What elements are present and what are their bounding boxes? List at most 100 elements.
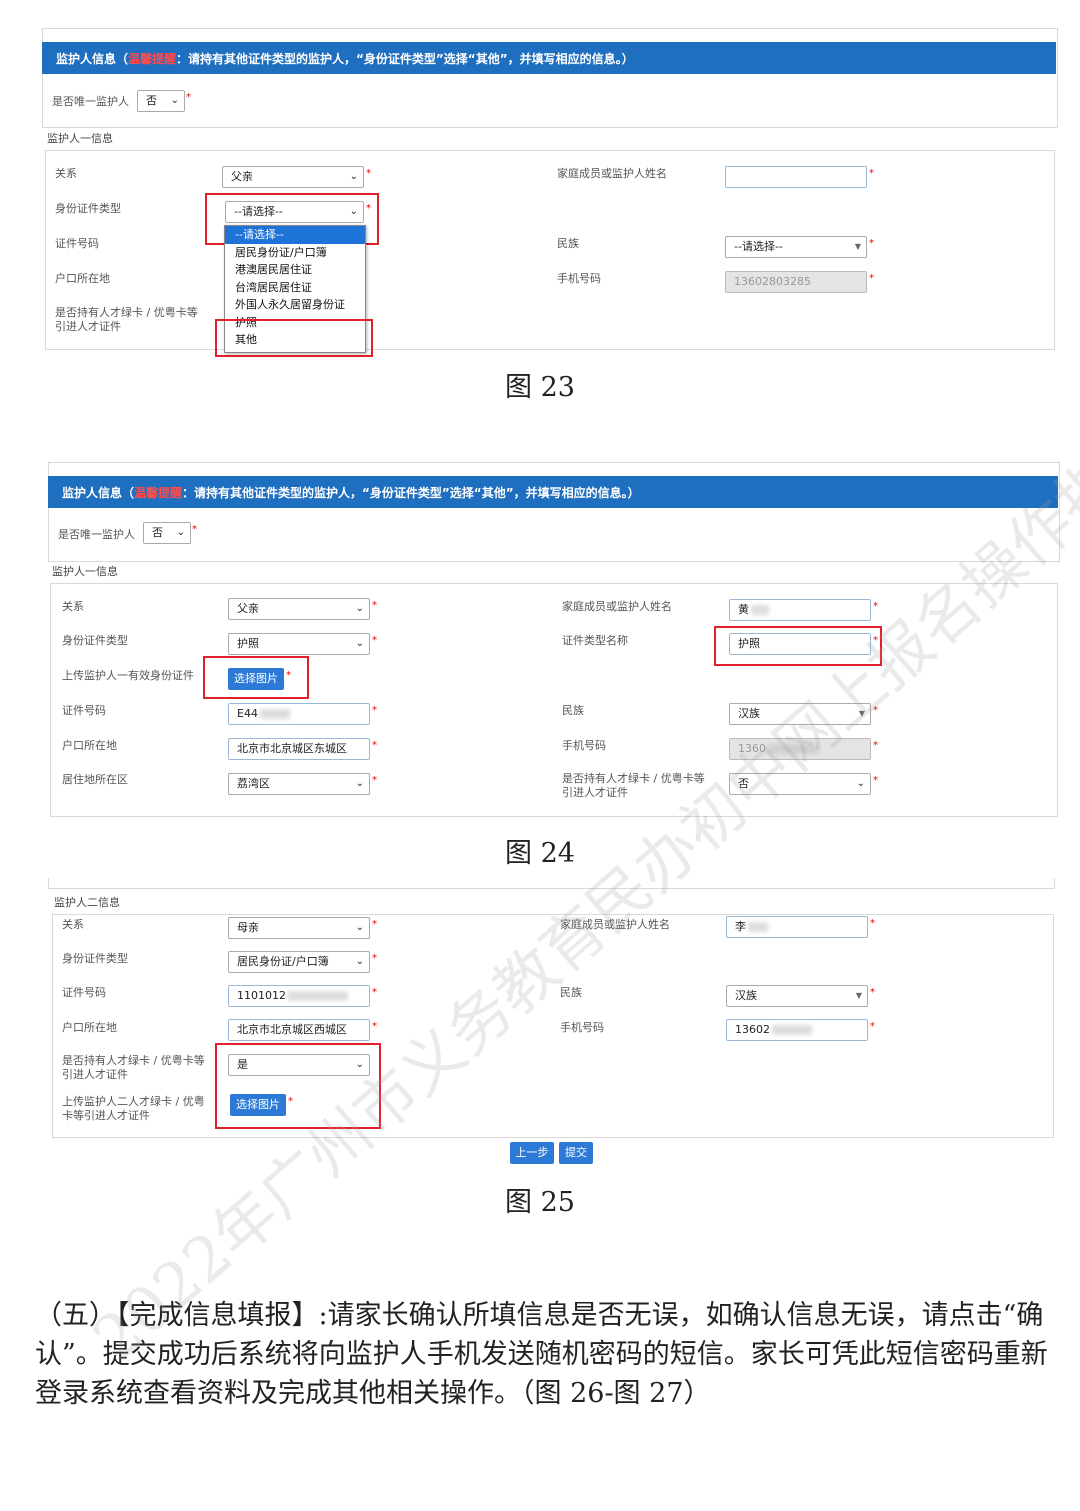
- required-mark: *: [372, 775, 377, 786]
- ethnic-select[interactable]: --请选择-- ▼: [725, 236, 867, 258]
- previous-step-button[interactable]: 上一步: [510, 1142, 554, 1164]
- residence-select[interactable]: 荔湾区 ⌄: [228, 773, 370, 795]
- idtype-name-label: 证件类型名称: [562, 634, 628, 647]
- redaction: [751, 605, 769, 615]
- highlight-box: [215, 319, 373, 357]
- hukou-label: 户口所在地: [62, 739, 117, 752]
- relation-select[interactable]: 父亲 ⌄: [222, 166, 364, 188]
- sole-guardian-label: 是否唯一监护人: [52, 95, 129, 108]
- redaction: [288, 991, 348, 1001]
- section-title: 监护人一信息: [50, 563, 120, 579]
- hukou-label: 户口所在地: [55, 272, 110, 285]
- chevron-down-icon: ⌄: [355, 922, 364, 933]
- chevron-down-icon: ⌄: [856, 778, 865, 789]
- sole-guardian-select[interactable]: 否 ⌄: [143, 522, 191, 544]
- section-title: 监护人二信息: [52, 894, 122, 910]
- highlight-box: [714, 626, 882, 666]
- chevron-down-icon: ⌄: [355, 603, 364, 614]
- relation-select[interactable]: 母亲 ⌄: [228, 917, 370, 939]
- fig24-banner: 监护人信息（ 温馨提醒 ：请持有其他证件类型的监护人，“身份证件类型”选择“其他”，…: [48, 476, 1058, 508]
- option-foreign-permanent[interactable]: 外国人永久居留身份证: [225, 296, 365, 314]
- family-name-input[interactable]: 李: [726, 916, 868, 938]
- section-title: 监护人一信息: [45, 130, 115, 146]
- required-mark: *: [372, 919, 377, 930]
- talent-label: 是否持有人才绿卡 / 优粤卡等 引进人才证件: [55, 306, 198, 333]
- residence-label: 居住地所在区: [62, 773, 128, 786]
- ethnic-select[interactable]: 汉族 ▼: [726, 985, 868, 1007]
- option-placeholder[interactable]: --请选择--: [225, 226, 365, 244]
- highlight-box: [215, 1043, 381, 1129]
- ethnic-label: 民族: [562, 704, 584, 717]
- required-mark: *: [192, 524, 197, 535]
- required-mark: *: [372, 987, 377, 998]
- idtype-select[interactable]: 居民身份证/户口簿 ⌄: [228, 951, 370, 973]
- required-mark: *: [873, 705, 878, 716]
- relation-select[interactable]: 父亲 ⌄: [228, 598, 370, 620]
- chevron-down-icon: ⌄: [349, 171, 358, 182]
- phone-input: 13602803285: [725, 271, 867, 293]
- instruction-paragraph: （五）【完成信息填报】:请家长确认所填信息是否无误，如确认信息无误，请点击“确认…: [35, 1300, 1048, 1409]
- sole-guardian-label: 是否唯一监护人: [58, 528, 135, 541]
- idno-label: 证件号码: [62, 986, 106, 999]
- triangle-down-icon: ▼: [858, 709, 865, 718]
- hukou-input[interactable]: 北京市北京城区西城区: [228, 1019, 370, 1041]
- family-name-label: 家庭成员或监护人姓名: [560, 918, 670, 931]
- idtype-select[interactable]: 护照 ⌄: [228, 633, 370, 655]
- idno-label: 证件号码: [62, 704, 106, 717]
- fig24-guardian1-panel: [50, 583, 1058, 817]
- ethnic-label: 民族: [557, 237, 579, 250]
- phone-label: 手机号码: [557, 272, 601, 285]
- idno-input[interactable]: E44: [228, 703, 370, 725]
- redaction: [259, 709, 290, 719]
- figure-caption: 图 23: [505, 372, 575, 403]
- triangle-down-icon: ▼: [854, 242, 861, 251]
- idtype-label: 身份证件类型: [62, 634, 128, 647]
- ethnic-label: 民族: [560, 986, 582, 999]
- idtype-label: 身份证件类型: [62, 952, 128, 965]
- redaction: [772, 1025, 812, 1035]
- sole-guardian-select[interactable]: 否 ⌄: [137, 90, 185, 112]
- required-mark: *: [870, 987, 875, 998]
- chevron-down-icon: ⌄: [170, 95, 179, 106]
- phone-input[interactable]: 13602: [726, 1019, 868, 1041]
- family-name-input[interactable]: [725, 166, 867, 188]
- option-resident-id[interactable]: 居民身份证/户口簿: [225, 244, 365, 262]
- required-mark: *: [372, 635, 377, 646]
- family-name-label: 家庭成员或监护人姓名: [562, 600, 672, 613]
- required-mark: *: [869, 238, 874, 249]
- phone-label: 手机号码: [560, 1021, 604, 1034]
- hukou-label: 户口所在地: [62, 1021, 117, 1034]
- required-mark: *: [372, 740, 377, 751]
- hukou-input[interactable]: 北京市北京城区东城区: [228, 738, 370, 760]
- phone-label: 手机号码: [562, 739, 606, 752]
- required-mark: *: [372, 1021, 377, 1032]
- required-mark: *: [372, 705, 377, 716]
- highlight-box: [203, 656, 309, 699]
- required-mark: *: [186, 92, 191, 103]
- required-mark: *: [366, 168, 371, 179]
- submit-button[interactable]: 提交: [559, 1142, 593, 1164]
- relation-label: 关系: [62, 918, 84, 931]
- upload-label: 上传监护人二人才绿卡 / 优粤 卡等引进人才证件: [62, 1095, 205, 1122]
- figure-caption: 图 25: [505, 1187, 575, 1218]
- family-name-input[interactable]: 黄: [729, 599, 871, 621]
- required-mark: *: [873, 740, 878, 751]
- chevron-down-icon: ⌄: [176, 527, 185, 538]
- idno-input[interactable]: 1101012: [228, 985, 370, 1007]
- talent-select[interactable]: 否 ⌄: [729, 773, 871, 795]
- warn-text: 温馨提醒: [134, 485, 183, 500]
- ethnic-select[interactable]: 汉族 ▼: [729, 703, 871, 725]
- option-taiwan-permit[interactable]: 台湾居民居住证: [225, 279, 365, 297]
- required-mark: *: [372, 600, 377, 611]
- figure-caption: 图 24: [505, 838, 575, 869]
- option-hk-macau-permit[interactable]: 港澳居民居住证: [225, 261, 365, 279]
- required-mark: *: [870, 918, 875, 929]
- phone-input: 1360: [729, 738, 871, 760]
- fig23-banner: 监护人信息（ 温馨提醒 ：请持有其他证件类型的监护人，“身份证件类型”选择“其他”，…: [42, 42, 1056, 74]
- relation-label: 关系: [55, 167, 77, 180]
- chevron-down-icon: ⌄: [355, 956, 364, 967]
- redaction: [748, 922, 768, 932]
- upload-label: 上传监护人一有效身份证件: [62, 669, 194, 682]
- chevron-down-icon: ⌄: [355, 778, 364, 789]
- required-mark: *: [870, 1021, 875, 1032]
